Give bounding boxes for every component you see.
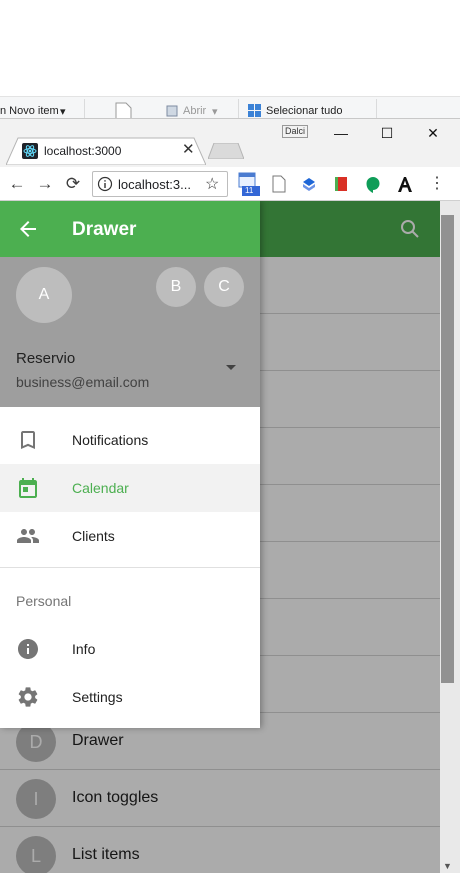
- new-item-button[interactable]: n Novo item: [0, 105, 59, 117]
- browser-toolbar: ← → ⟳ localhost:3... ☆ 11 ⋮: [0, 167, 460, 201]
- font-a-icon[interactable]: [396, 175, 414, 193]
- browser-tab[interactable]: localhost:3000 ✕: [6, 137, 206, 165]
- avatar[interactable]: A: [16, 267, 72, 323]
- forward-button[interactable]: →: [32, 171, 58, 197]
- scrollbar-thumb[interactable]: [441, 215, 454, 683]
- drawer-subheader: Personal: [16, 593, 72, 609]
- maximize-button[interactable]: ☐: [364, 121, 410, 147]
- drawer-item-clients[interactable]: Clients: [0, 512, 260, 560]
- select-all-icon: [248, 104, 261, 117]
- calendar-extension-icon[interactable]: 11: [238, 171, 260, 197]
- reload-button[interactable]: ⟳: [60, 171, 86, 197]
- drawer-item-label: Notifications: [72, 432, 149, 448]
- close-window-button[interactable]: ✕: [410, 121, 456, 147]
- drawer-item-label: Settings: [72, 689, 123, 705]
- tab-title: localhost:3000: [44, 144, 122, 158]
- drawer-title: Drawer: [72, 219, 137, 240]
- drawer-item-settings[interactable]: Settings: [0, 673, 260, 721]
- book-extension-icon[interactable]: [332, 175, 350, 193]
- tab-close-icon[interactable]: ✕: [182, 140, 195, 158]
- open-button[interactable]: Abrir: [183, 105, 206, 117]
- navigation-drawer: Drawer A B C Reservio business@email.com…: [0, 201, 260, 728]
- extension-badge: 11: [245, 186, 254, 195]
- hangouts-icon[interactable]: [364, 175, 382, 193]
- info-icon[interactable]: [97, 176, 113, 192]
- url-text[interactable]: localhost:3...: [118, 177, 191, 192]
- scroll-down-arrow[interactable]: ▼: [443, 861, 452, 871]
- bookmark-star-icon[interactable]: ☆: [205, 174, 219, 194]
- back-button[interactable]: ←: [4, 171, 30, 197]
- people-icon: [17, 529, 39, 543]
- open-caret: ▾: [212, 106, 218, 118]
- title-bar: localhost:3000 ✕ Dalci — ☐ ✕: [0, 119, 460, 167]
- drawer-header: Drawer: [0, 201, 260, 257]
- dropbox-icon[interactable]: [300, 175, 318, 193]
- select-all-button[interactable]: Selecionar tudo: [266, 105, 342, 117]
- document-icon: [115, 102, 132, 119]
- bookmark-icon: [21, 431, 35, 449]
- browser-window: localhost:3000 ✕ Dalci — ☐ ✕ ← → ⟳ local…: [0, 118, 460, 873]
- account-header: A B C Reservio business@email.com: [0, 257, 260, 407]
- drawer-item-label: Clients: [72, 528, 115, 544]
- new-tab-button[interactable]: [208, 143, 244, 159]
- react-icon: [22, 143, 38, 159]
- browser-menu-icon[interactable]: ⋮: [426, 171, 448, 197]
- profile-name[interactable]: Dalci: [282, 125, 309, 138]
- open-icon: [166, 105, 178, 117]
- drawer-item-label: Calendar: [72, 480, 129, 496]
- calendar-icon: [19, 478, 37, 498]
- dropdown-caret: ▾: [60, 106, 66, 118]
- arrow-back-icon[interactable]: [16, 217, 40, 241]
- page-viewport: D Drawer I Icon toggles L List items Drawer A…: [0, 201, 440, 873]
- info-icon: [18, 639, 38, 659]
- gear-icon: [18, 687, 38, 707]
- explorer-ribbon: n Novo item ▾ Abrir ▾ Selecionar tudo: [0, 96, 460, 121]
- account-dropdown-icon[interactable]: [226, 365, 236, 370]
- drawer-divider: [0, 567, 260, 568]
- avatar-secondary[interactable]: C: [204, 267, 244, 307]
- account-email: business@email.com: [16, 374, 150, 390]
- drawer-item-info[interactable]: Info: [0, 625, 260, 673]
- drawer-item-calendar[interactable]: Calendar: [0, 464, 260, 512]
- document-extension-icon[interactable]: [270, 175, 288, 193]
- avatar-secondary[interactable]: B: [156, 267, 196, 307]
- account-name: Reservio: [16, 350, 76, 367]
- drawer-item-label: Info: [72, 641, 96, 657]
- page-scrollbar[interactable]: ▼: [440, 201, 460, 873]
- minimize-button[interactable]: —: [318, 121, 364, 147]
- drawer-item-notifications[interactable]: Notifications: [0, 416, 260, 464]
- address-bar[interactable]: localhost:3... ☆: [92, 171, 228, 197]
